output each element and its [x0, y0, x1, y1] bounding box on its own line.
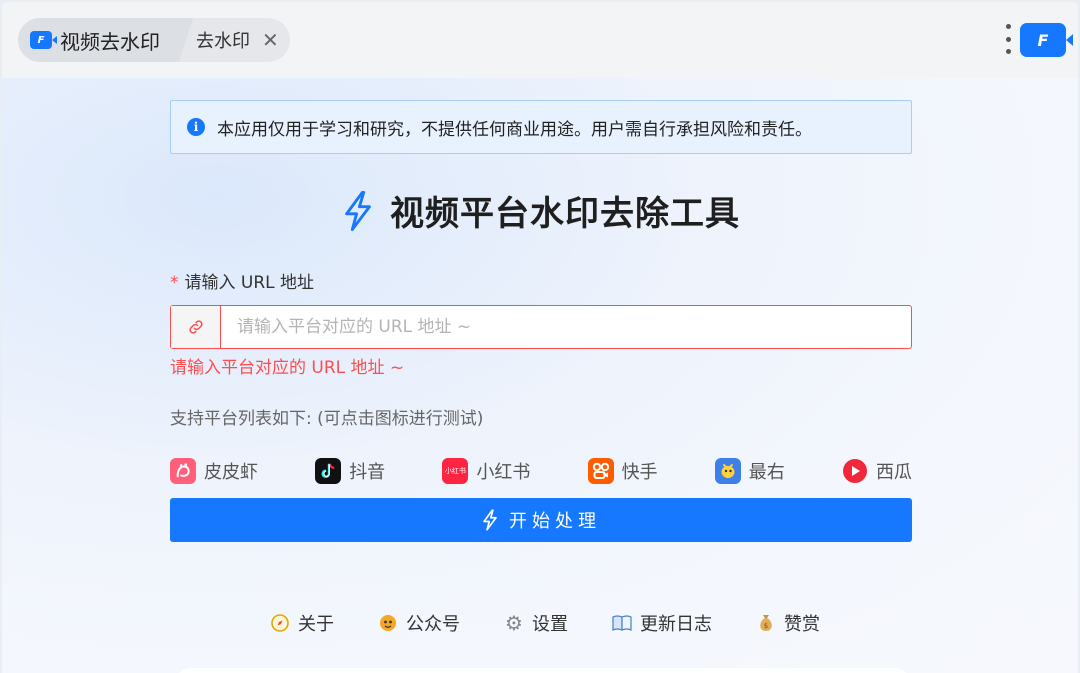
compass-icon — [270, 613, 290, 633]
douyin-icon — [315, 458, 342, 484]
svg-text:$: $ — [764, 622, 768, 630]
changelog-link[interactable]: 更新日志 — [612, 610, 712, 636]
platform-label: 最右 — [748, 462, 785, 483]
footer-links: 关于 公众号 ⚙ 设置 更新日志 $ 赞赏 — [2, 610, 1078, 636]
tab-video-watermark[interactable]: F 视频去水印 — [18, 18, 178, 62]
xiaohongshu-icon: 小红书 — [442, 458, 469, 484]
lightning-icon — [345, 190, 371, 231]
platform-xiaohongshu[interactable]: 小红书 小红书 — [442, 458, 530, 484]
app-logo-icon: F — [1020, 23, 1073, 57]
official-account-label: 公众号 — [406, 614, 460, 635]
changelog-label: 更新日志 — [640, 614, 712, 635]
link-icon — [171, 306, 221, 348]
tab-watermark[interactable]: 去水印 ✕ — [178, 18, 279, 62]
donate-link[interactable]: $ 赞赏 — [756, 610, 820, 636]
bottom-card — [176, 668, 910, 673]
pipixia-icon — [170, 458, 196, 484]
title-row: 视频平台水印去除工具 — [2, 186, 1078, 235]
lightning-icon — [483, 509, 497, 531]
disclaimer-alert: i 本应用仅用于学习和研究，不提供任何商业用途。用户需自行承担风险和责任。 — [170, 100, 912, 154]
platform-douyin[interactable]: 抖音 — [315, 458, 385, 484]
supported-platforms-hint: 支持平台列表如下: (可点击图标进行测试) — [170, 409, 484, 429]
money-bag-icon: $ — [756, 613, 776, 633]
platform-label: 西瓜 — [875, 462, 912, 483]
platform-pipixia[interactable]: 皮皮虾 — [170, 458, 258, 484]
kuaishou-icon — [587, 458, 614, 484]
gear-icon: ⚙ — [505, 611, 523, 635]
app-window: F 视频去水印 去水印 ✕ F i 本应用仅用于学习和研究，不提供任何商业用途。… — [2, 2, 1078, 673]
more-menu-icon[interactable] — [1005, 24, 1011, 54]
info-icon: i — [187, 118, 205, 136]
official-account-link[interactable]: 公众号 — [378, 610, 460, 636]
settings-label: 设置 — [532, 614, 568, 635]
url-label-text: 请输入 URL 地址 — [184, 273, 315, 293]
required-mark: * — [170, 273, 179, 293]
platform-label: 快手 — [621, 462, 658, 483]
url-error-message: 请输入平台对应的 URL 地址 ~ — [170, 358, 405, 378]
about-link[interactable]: 关于 — [270, 610, 334, 636]
main-content: i 本应用仅用于学习和研究，不提供任何商业用途。用户需自行承担风险和责任。 视频… — [2, 78, 1078, 673]
platform-label: 抖音 — [349, 462, 386, 483]
start-button-label: 开始处理 — [509, 511, 601, 532]
platform-zuiyou[interactable]: 最右 — [714, 458, 785, 484]
donate-label: 赞赏 — [784, 614, 820, 635]
tab-strip: F 视频去水印 去水印 ✕ — [18, 18, 290, 62]
page-title: 视频平台水印去除工具 — [390, 194, 740, 234]
disclaimer-text: 本应用仅用于学习和研究，不提供任何商业用途。用户需自行承担风险和责任。 — [217, 119, 812, 140]
url-input-group — [170, 305, 912, 349]
about-label: 关于 — [298, 614, 334, 635]
xigua-icon — [842, 458, 868, 484]
book-icon — [612, 613, 632, 633]
url-field-label: * 请输入 URL 地址 — [170, 268, 314, 293]
tab-title: 去水印 — [196, 31, 250, 52]
close-icon[interactable]: ✕ — [262, 30, 279, 50]
app-logo-icon: F — [30, 31, 57, 49]
url-input[interactable] — [221, 306, 911, 348]
settings-link[interactable]: ⚙ 设置 — [504, 610, 568, 636]
start-processing-button[interactable]: 开始处理 — [170, 498, 912, 542]
zuiyou-icon — [714, 458, 741, 484]
mascot-icon — [378, 613, 398, 633]
platform-label: 皮皮虾 — [204, 462, 258, 483]
platform-list: 皮皮虾 抖音 小红书 小红书 快手 最右 西瓜 — [170, 456, 912, 486]
platform-xigua[interactable]: 西瓜 — [842, 458, 912, 484]
tab-title: 视频去水印 — [60, 29, 160, 54]
title-bar: F 视频去水印 去水印 ✕ F — [2, 2, 1078, 78]
platform-label: 小红书 — [476, 462, 531, 483]
platform-kuaishou[interactable]: 快手 — [587, 458, 658, 484]
